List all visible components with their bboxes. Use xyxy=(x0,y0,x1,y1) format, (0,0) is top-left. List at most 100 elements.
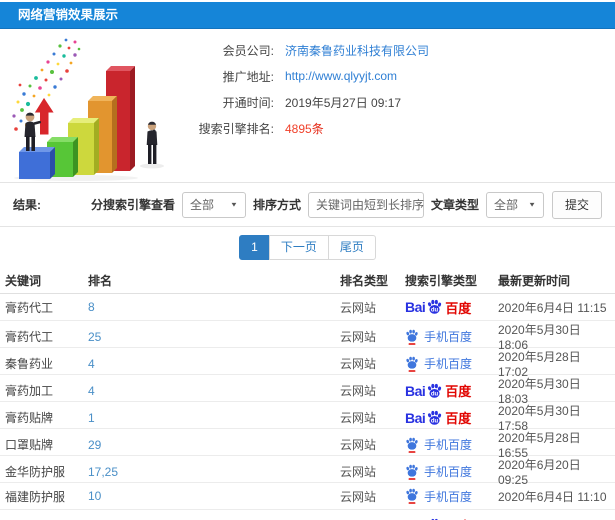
rankings-table: 关键词 排名 排名类型 搜索引擎类型 最新更新时间 膏药代工 8 云网站 Bai… xyxy=(0,268,615,520)
up-arrow-icon xyxy=(33,96,56,136)
info-row-rank-count: 搜索引擎排名: 4895条 xyxy=(182,115,601,141)
mobile-baidu-paw-icon xyxy=(405,356,419,372)
mobile-baidu-paw-icon xyxy=(405,329,419,345)
page-title: 网络营销效果展示 xyxy=(18,8,119,22)
updated-cell: 2020年6月20日 09:25 xyxy=(498,458,581,487)
keyword-cell: 金华防护服 xyxy=(5,465,66,479)
promo-url-label: 推广地址: xyxy=(222,69,274,84)
rank-link[interactable]: 4 xyxy=(88,384,340,398)
pagination: 1 下一页 尾页 xyxy=(0,227,615,268)
bar-blue xyxy=(19,147,55,179)
svg-text:du: du xyxy=(431,418,439,424)
search-engine-cell: Baidu百度 手机百度 xyxy=(405,381,498,400)
mobile-baidu-badge: 手机百度 xyxy=(405,355,472,372)
next-page-button[interactable]: 下一页 xyxy=(268,235,329,260)
engine-filter-label: 分搜索引擎查看 xyxy=(90,198,175,212)
rank-type-cell: 云网站 xyxy=(340,465,377,479)
updated-cell: 2020年6月4日 11:10 xyxy=(498,489,607,504)
baidu-logo: Baidu百度 xyxy=(405,382,472,400)
rank-type-cell: 云网站 xyxy=(340,357,377,371)
rank-type-cell: 云网站 xyxy=(340,384,377,398)
search-engine-cell: Baidu百度 手机百度 xyxy=(405,510,498,520)
filter-bar: 结果: 分搜索引擎查看 全部 ▼ 排序方式 关键词由短到长排序 ▼ 文章类型 全… xyxy=(0,182,615,227)
chevron-down-icon: ▼ xyxy=(431,200,440,209)
rank-link[interactable]: 25 xyxy=(88,330,340,344)
search-engine-cell: Baidu百度 手机百度 xyxy=(405,298,498,317)
thinking-businessman-icon xyxy=(146,121,158,164)
keyword-cell: 口罩贴牌 xyxy=(5,438,54,452)
rank-type-cell: 云网站 xyxy=(340,300,377,315)
rank-type-cell: 云网站 xyxy=(340,489,377,504)
search-engine-cell: Baidu百度 手机百度 xyxy=(405,436,498,453)
rank-count-value: 4895 xyxy=(285,121,312,136)
updated-cell: 2020年6月4日 11:15 xyxy=(498,300,607,315)
table-row: 秦鲁药业 4 云网站 Baidu百度 手机百度 2020年5月28日 17:02 xyxy=(0,348,615,379)
table-row: 金华防护服 17,25 云网站 Baidu百度 手机百度 2020年6月20日 … xyxy=(0,456,615,487)
mobile-baidu-badge: 手机百度 xyxy=(405,328,472,345)
chevron-down-icon: ▼ xyxy=(528,200,536,209)
rank-link[interactable]: 4 xyxy=(88,357,340,371)
keyword-cell: 膏药加工 xyxy=(5,384,54,398)
article-type-select[interactable]: 全部 ▼ xyxy=(485,191,544,218)
submit-button[interactable]: 提交 xyxy=(551,190,602,219)
baidu-logo: Baidu百度 xyxy=(405,516,471,520)
col-rank-type: 排名类型 xyxy=(340,274,389,288)
baidu-paw-icon: du xyxy=(427,410,442,425)
search-engine-cell: Baidu百度 手机百度 xyxy=(405,355,498,372)
baidu-paw-icon: du xyxy=(427,299,442,314)
page-1-button[interactable]: 1 xyxy=(239,235,270,260)
col-updated: 最新更新时间 xyxy=(498,274,571,288)
promo-url-link[interactable]: http://www.qlyyjt.com xyxy=(285,69,397,83)
company-label: 会员公司: xyxy=(222,43,274,58)
mobile-baidu-badge: 手机百度 xyxy=(405,463,472,480)
rank-link[interactable]: 17,25 xyxy=(88,465,340,479)
growth-chart-graphic xyxy=(12,38,164,181)
keyword-cell: 秦鲁药业 xyxy=(5,357,54,371)
rank-count-unit: 条 xyxy=(311,121,324,136)
rank-type-cell: 云网站 xyxy=(340,438,377,452)
rank-link[interactable]: 29 xyxy=(88,438,340,452)
rank-link[interactable]: 1 xyxy=(88,411,340,425)
open-time-value: 2019年5月27日 09:17 xyxy=(285,95,402,110)
businessman-icon xyxy=(24,112,41,151)
table-row-partial: Baidu百度 手机百度 xyxy=(0,510,615,520)
open-time-label: 开通时间: xyxy=(222,95,274,110)
baidu-logo: Baidu百度 xyxy=(405,299,472,316)
bar-chart-illustration xyxy=(6,33,174,181)
rank-type-cell: 云网站 xyxy=(340,411,377,425)
baidu-paw-icon: du xyxy=(427,383,442,398)
table-row: 福建防护服 10 云网站 Baidu百度 手机百度 2020年6月4日 11:1… xyxy=(0,483,615,510)
rank-link[interactable]: 8 xyxy=(88,300,340,314)
col-keyword: 关键词 xyxy=(5,274,42,288)
table-row: 膏药代工 25 云网站 Baidu百度 手机百度 2020年5月30日 18:0… xyxy=(0,321,615,352)
info-row-url: 推广地址: http://www.qlyyjt.com xyxy=(182,63,601,89)
rank-link[interactable]: 10 xyxy=(88,489,340,503)
keyword-cell: 膏药贴牌 xyxy=(5,411,54,425)
mobile-baidu-badge: 手机百度 xyxy=(405,488,472,505)
company-link[interactable]: 济南秦鲁药业科技有限公司 xyxy=(285,42,429,59)
titlebar: 网络营销效果展示 xyxy=(0,2,615,29)
sort-select[interactable]: 关键词由短到长排序 ▼ xyxy=(307,191,440,218)
results-label: 结果: xyxy=(13,198,41,212)
table-header-row: 关键词 排名 排名类型 搜索引擎类型 最新更新时间 xyxy=(0,268,615,294)
sort-label: 排序方式 xyxy=(252,198,301,212)
svg-text:du: du xyxy=(431,308,439,314)
baidu-logo: Baidu百度 xyxy=(405,409,472,427)
mobile-baidu-badge: 手机百度 xyxy=(405,436,472,453)
col-rank: 排名 xyxy=(88,274,113,288)
svg-text:du: du xyxy=(431,391,439,397)
page: 网络营销效果展示 会员公司: 济南秦鲁药业科技有限公司 推广地址: http:/… xyxy=(0,0,615,520)
chevron-down-icon: ▼ xyxy=(230,200,238,209)
mobile-baidu-paw-icon xyxy=(405,488,419,504)
search-engine-cell: Baidu百度 手机百度 xyxy=(405,328,498,345)
mobile-baidu-paw-icon xyxy=(405,437,419,453)
engine-filter-select[interactable]: 全部 ▼ xyxy=(181,191,246,218)
search-engine-cell: Baidu百度 手机百度 xyxy=(405,408,498,427)
table-row: 口罩贴牌 29 云网站 Baidu百度 手机百度 2020年5月28日 16:5… xyxy=(0,429,615,460)
info-row-company: 会员公司: 济南秦鲁药业科技有限公司 xyxy=(182,37,601,63)
last-page-button[interactable]: 尾页 xyxy=(327,235,376,260)
col-engine-type: 搜索引擎类型 xyxy=(405,274,478,288)
rank-count-label: 搜索引擎排名: xyxy=(198,121,274,136)
member-info: 会员公司: 济南秦鲁药业科技有限公司 推广地址: http://www.qlyy… xyxy=(182,33,601,182)
keyword-cell: 福建防护服 xyxy=(5,489,66,504)
